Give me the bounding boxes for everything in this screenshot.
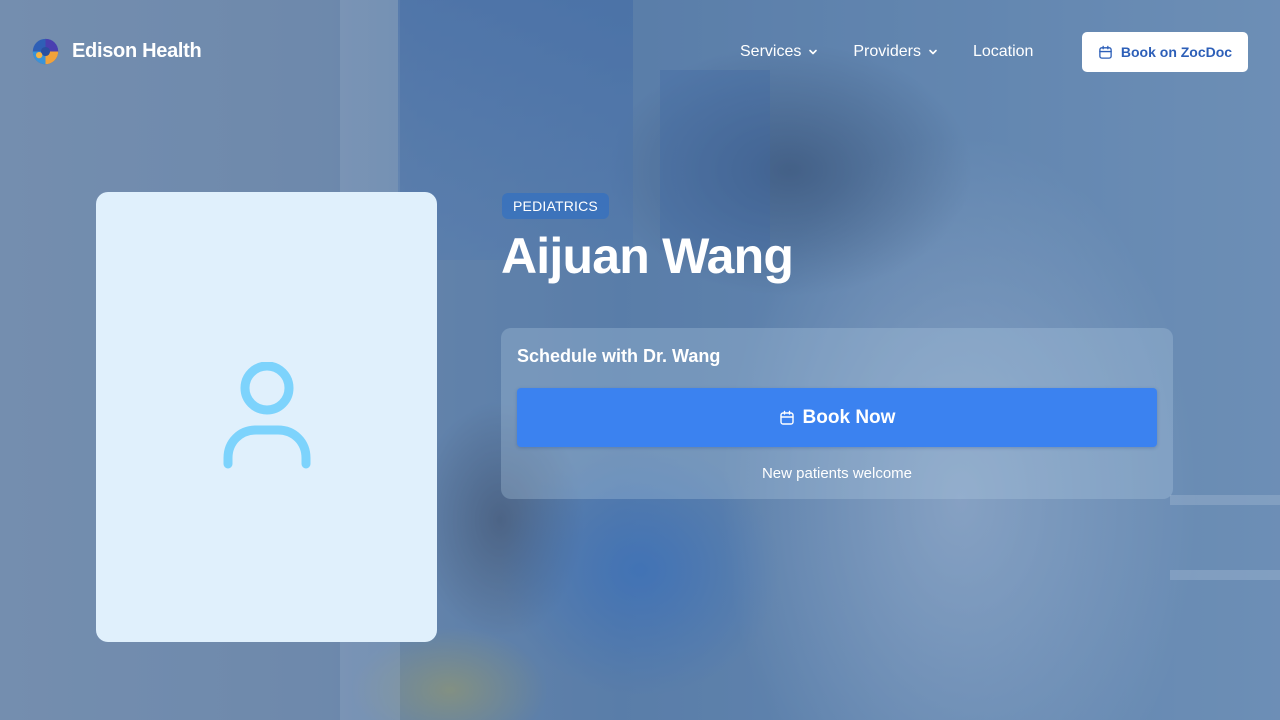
schedule-panel: Schedule with Dr. Wang Book Now New pati… (501, 328, 1173, 499)
specialty-badge: PEDIATRICS (502, 193, 609, 219)
edison-health-logo-icon (32, 38, 59, 65)
book-on-zocdoc-button[interactable]: Book on ZocDoc (1082, 32, 1248, 72)
brand-link[interactable]: Edison Health (31, 37, 202, 66)
provider-name: Aijuan Wang (501, 228, 794, 284)
chevron-down-icon (809, 49, 818, 55)
chevron-down-icon (929, 49, 937, 55)
brand-name: Edison Health (72, 40, 202, 62)
nav-services-label: Services (740, 43, 802, 60)
person-icon (223, 362, 310, 469)
book-now-label: Book Now (802, 406, 896, 428)
provider-photo-placeholder (96, 192, 437, 642)
nav-links: Services Providers Location (740, 40, 1033, 64)
nav-location-link[interactable]: Location (973, 40, 1034, 64)
navbar: Edison Health Services Providers Locatio… (0, 0, 1280, 104)
nav-services-dropdown[interactable]: Services (740, 40, 819, 64)
nav-providers-label: Providers (853, 43, 921, 60)
hero-section: Edison Health Services Providers Locatio… (0, 0, 1280, 720)
book-now-button[interactable]: Book Now (517, 388, 1157, 447)
zocdoc-button-label: Book on ZocDoc (1120, 44, 1233, 60)
nav-providers-dropdown[interactable]: Providers (853, 40, 939, 64)
calendar-icon (779, 410, 794, 425)
calendar-icon (1099, 45, 1112, 59)
schedule-title: Schedule with Dr. Wang (517, 346, 721, 366)
nav-location-label: Location (972, 43, 1034, 60)
new-patients-note: New patients welcome (761, 465, 913, 482)
